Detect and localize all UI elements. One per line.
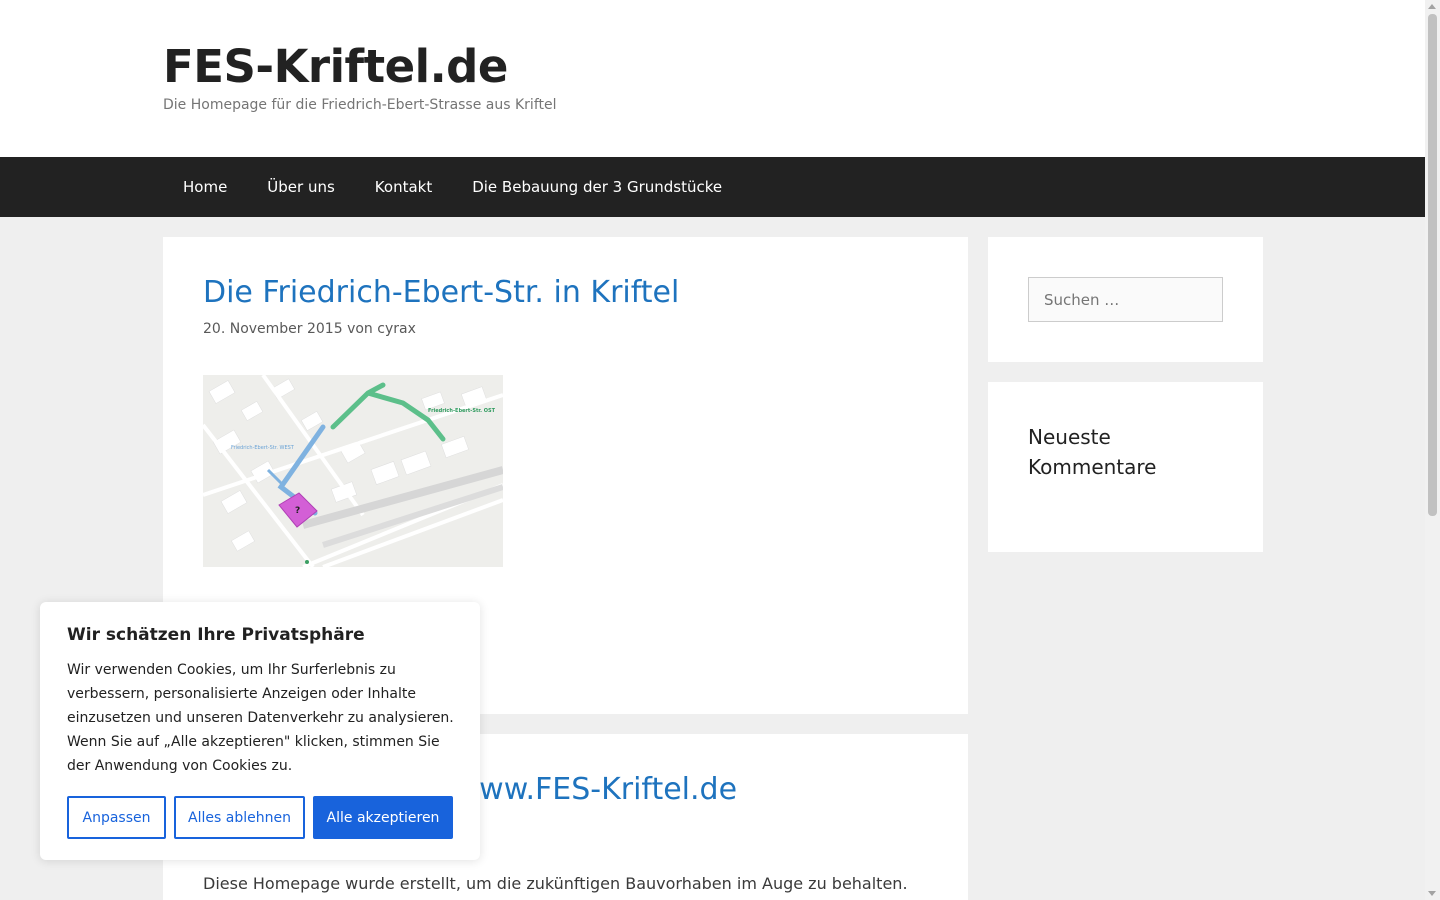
recent-comments-widget: Neueste Kommentare [988, 382, 1263, 552]
nav-item-home[interactable]: Home [163, 157, 247, 217]
cookie-banner-title: Wir schätzen Ihre Privatsphäre [67, 625, 365, 645]
nav-menu: Home Über uns Kontakt Die Bebauung der 3… [163, 157, 742, 217]
search-input[interactable] [1028, 277, 1223, 322]
site-title[interactable]: FES-Kriftel.de [163, 40, 508, 93]
nav-item-development[interactable]: Die Bebauung der 3 Grundstücke [452, 157, 742, 217]
nav-item-about[interactable]: Über uns [247, 157, 355, 217]
post-thumbnail-map[interactable]: ? Friedrich-Ebert-Str. WEST Friedrich-Eb… [203, 375, 503, 567]
map-marker-label: ? [295, 506, 300, 516]
cookie-accept-all-button[interactable]: Alle akzeptieren [313, 796, 453, 839]
map-label-ost: Friedrich-Ebert-Str. OST [428, 408, 496, 414]
post-date[interactable]: 20. November 2015 [203, 321, 343, 337]
post-meta: 20. November 2015 von cyrax [203, 321, 416, 337]
map-image: ? Friedrich-Ebert-Str. WEST Friedrich-Eb… [203, 375, 503, 567]
main-navigation: Home Über uns Kontakt Die Bebauung der 3… [0, 157, 1425, 217]
scroll-up-icon[interactable] [1428, 4, 1436, 9]
post-title-link[interactable]: Die Friedrich-Ebert-Str. in Kriftel [203, 275, 679, 310]
cookie-reject-all-button[interactable]: Alles ablehnen [174, 796, 305, 839]
page-scrollbar[interactable] [1425, 0, 1440, 900]
cookie-customize-button[interactable]: Anpassen [67, 796, 166, 839]
post-author-link[interactable]: cyrax [377, 321, 416, 337]
site-tagline: Die Homepage für die Friedrich-Ebert-Str… [163, 97, 557, 113]
recent-comments-title: Neueste Kommentare [1028, 425, 1157, 479]
scroll-down-icon[interactable] [1428, 891, 1436, 896]
nav-item-contact[interactable]: Kontakt [355, 157, 452, 217]
cookie-consent-banner: Wir schätzen Ihre Privatsphäre Wir verwe… [40, 602, 480, 860]
post-by-label: von [347, 321, 373, 337]
post-excerpt: Diese Homepage wurde erstellt, um die zu… [203, 874, 908, 893]
site-header: FES-Kriftel.de Die Homepage für die Frie… [0, 0, 1425, 157]
cookie-banner-text: Wir verwenden Cookies, um Ihr Surferlebn… [67, 662, 454, 774]
search-widget [988, 237, 1263, 362]
scrollbar-thumb[interactable] [1428, 14, 1437, 516]
map-label-west: Friedrich-Ebert-Str. WEST [231, 445, 295, 451]
